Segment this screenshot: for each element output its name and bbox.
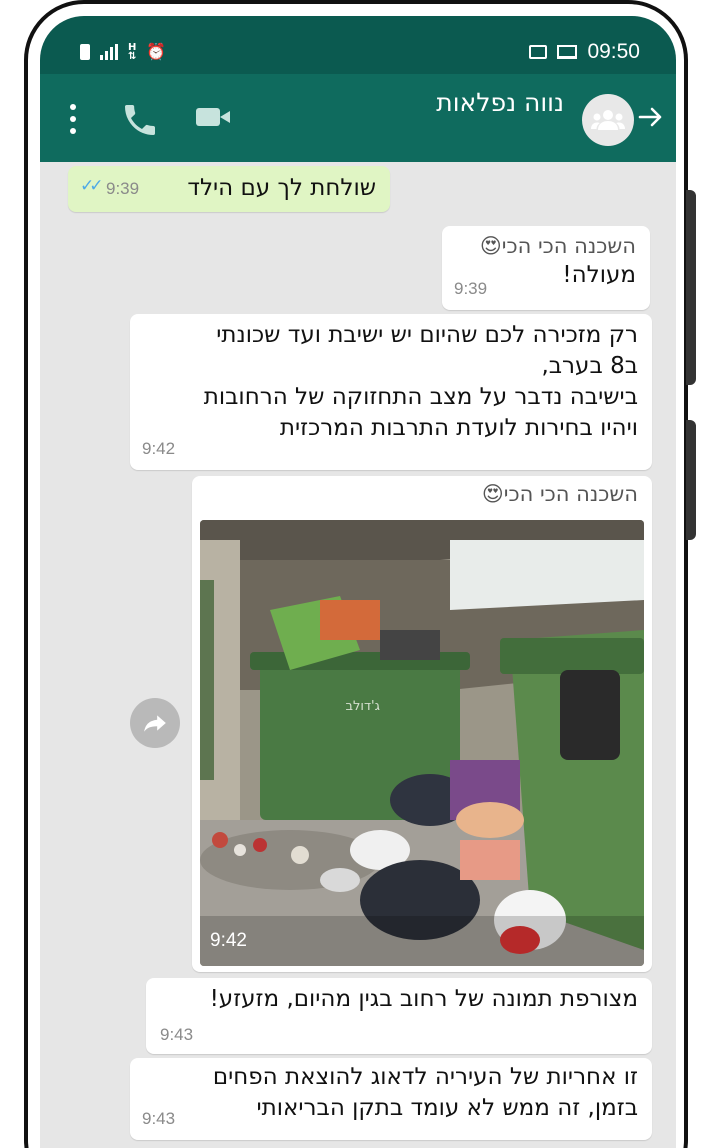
message-time: 9:39 [106,179,140,198]
signal-icon [100,43,118,60]
message-line: רק מזכירה לכם שהיום יש ישיבת ועד שכונתי [216,322,638,348]
group-avatar-icon[interactable] [582,94,634,146]
alarm-icon: ⏰ [146,42,167,61]
message-line: ב8 בערב, [541,353,638,379]
sender-name: השכנה הכי הכי😍 [479,234,636,258]
chat-header: נווה נפלאות [40,74,676,162]
message-incoming[interactable]: מצורפת תמונה של רחוב בגין מהיום, מזעזע! … [146,978,652,1054]
message-incoming[interactable]: רק מזכירה לכם שהיום יש ישיבת ועד שכונתי … [130,314,652,470]
laptop-icon [557,45,578,59]
sender-name: השכנה הכי הכי😍 [481,482,638,506]
message-text: מצורפת תמונה של רחוב בגין מהיום, מזעזע! [209,986,638,1012]
read-receipt-icon: ✓✓ [80,176,103,196]
message-time: 9:43 [142,1109,176,1128]
status-bar: H ⇅ ⏰ 09:50 [40,16,676,74]
chat-title[interactable]: נווה נפלאות [436,88,564,117]
message-text: שולחת לך עם הילד [187,175,376,201]
back-arrow-icon[interactable] [636,102,666,132]
message-time: 9:42 [142,439,176,458]
message-time: 9:39 [454,279,488,298]
message-incoming[interactable]: השכנה הכי הכי😍 מעולה! 9:39 [442,226,650,310]
garbage-bins-image: ג'דולב [200,520,644,966]
volume-button [686,190,696,385]
power-button [686,420,696,540]
message-line: זו אחריות של העיריה לדאוג להוצאת הפחים [212,1064,638,1090]
message-incoming[interactable]: זו אחריות של העיריה לדאוג להוצאת הפחים ב… [130,1058,652,1140]
heart-eyes-emoji: 😍 [479,234,502,258]
heart-eyes-emoji: 😍 [481,482,504,506]
status-time: 09:50 [587,40,640,63]
network-type-icon: H ⇅ [128,41,137,62]
menu-icon[interactable] [68,104,78,134]
attached-photo[interactable]: ג'דולב 9:42 [200,520,644,966]
message-line: בזמן, זה ממש לא עומד בתקן הבריאותי [256,1095,639,1121]
battery-icon [80,43,90,60]
message-line: בישיבה נדבר על מצב התחזוקה של הרחובות [203,384,638,410]
message-line: ויהיו בחירות לועדת התרבות המרכזית [279,415,638,441]
message-outgoing[interactable]: שולחת לך עם הילד ✓✓ 9:39 [68,166,390,212]
message-time: 9:42 [210,930,247,951]
call-icon[interactable] [120,100,160,140]
bin-label: ג'דולב [346,699,380,714]
forward-button[interactable] [130,698,180,748]
message-image[interactable]: השכנה הכי הכי😍 ג'דולב 9:42 [192,476,652,972]
gallery-icon [529,45,548,59]
chat-screen: H⇅ ⏰ 09:50 נווה נפלאות שולחת לך עם הילד [40,16,676,1148]
forward-icon [144,715,166,732]
message-time: 9:43 [160,1025,194,1044]
